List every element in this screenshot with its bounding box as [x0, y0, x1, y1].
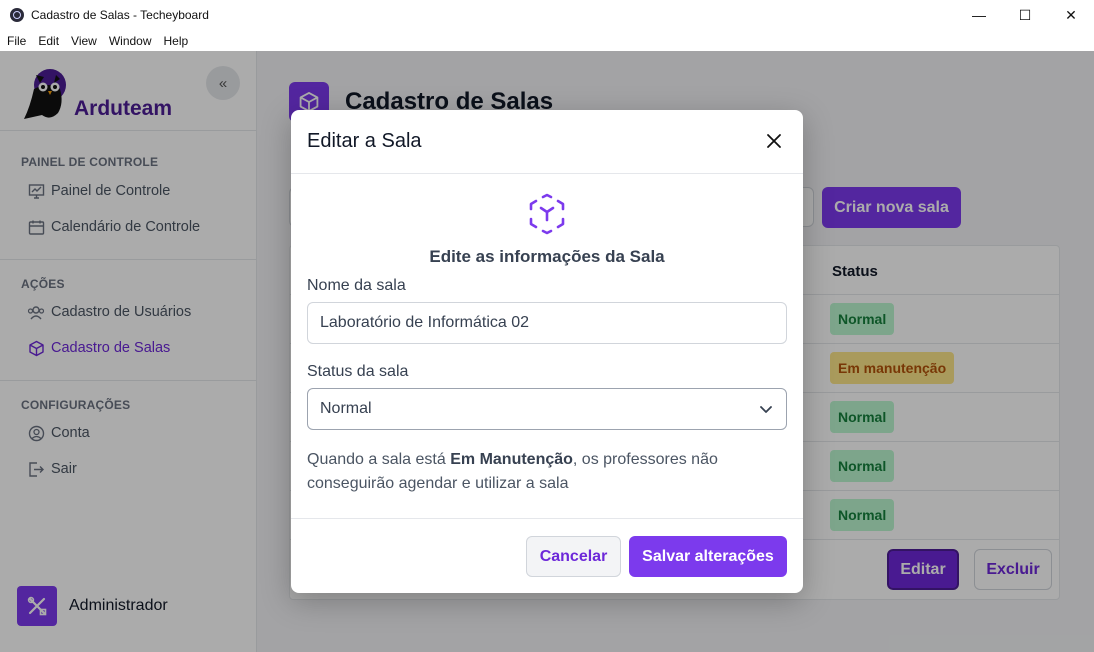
help-text-prefix: Quando a sala está	[307, 451, 451, 468]
room-name-label: Nome da sala	[307, 277, 406, 294]
menu-bar: File Edit View Window Help	[0, 30, 1094, 51]
window-titlebar: Cadastro de Salas - Techeyboard — ☐ ✕	[0, 0, 1094, 30]
room-status-label: Status da sala	[307, 363, 409, 380]
room-name-input[interactable]: Laboratório de Informática 02	[307, 302, 787, 344]
menu-edit[interactable]: Edit	[38, 34, 59, 48]
room-status-select[interactable]: Normal	[307, 388, 787, 430]
app-area: Arduteam « PAINEL DE CONTROLE Painel de …	[0, 51, 1094, 652]
menu-view[interactable]: View	[71, 34, 97, 48]
window-title: Cadastro de Salas - Techeyboard	[31, 8, 209, 22]
help-text-bold: Em Manutenção	[450, 451, 573, 468]
minimize-button[interactable]: —	[956, 0, 1002, 30]
edit-room-dialog: Editar a Sala Edite as informações da Sa…	[291, 110, 803, 593]
maximize-button[interactable]: ☐	[1002, 0, 1048, 30]
dialog-title: Editar a Sala	[307, 130, 422, 152]
menu-file[interactable]: File	[7, 34, 26, 48]
dialog-divider	[291, 518, 803, 519]
save-changes-button[interactable]: Salvar alterações	[629, 536, 787, 577]
chevron-down-icon	[760, 406, 772, 413]
cube-outline-icon	[529, 193, 565, 235]
dialog-divider	[291, 173, 803, 174]
close-icon[interactable]	[763, 130, 785, 152]
menu-window[interactable]: Window	[109, 34, 152, 48]
dialog-subtitle: Edite as informações da Sala	[429, 247, 665, 266]
menu-help[interactable]: Help	[164, 34, 189, 48]
cancel-button[interactable]: Cancelar	[526, 536, 621, 577]
app-icon	[10, 8, 24, 22]
maintenance-help-text: Quando a sala está Em Manutenção, os pro…	[307, 448, 777, 496]
room-status-value: Normal	[320, 400, 372, 417]
window-controls: — ☐ ✕	[956, 0, 1094, 30]
close-window-button[interactable]: ✕	[1048, 0, 1094, 30]
